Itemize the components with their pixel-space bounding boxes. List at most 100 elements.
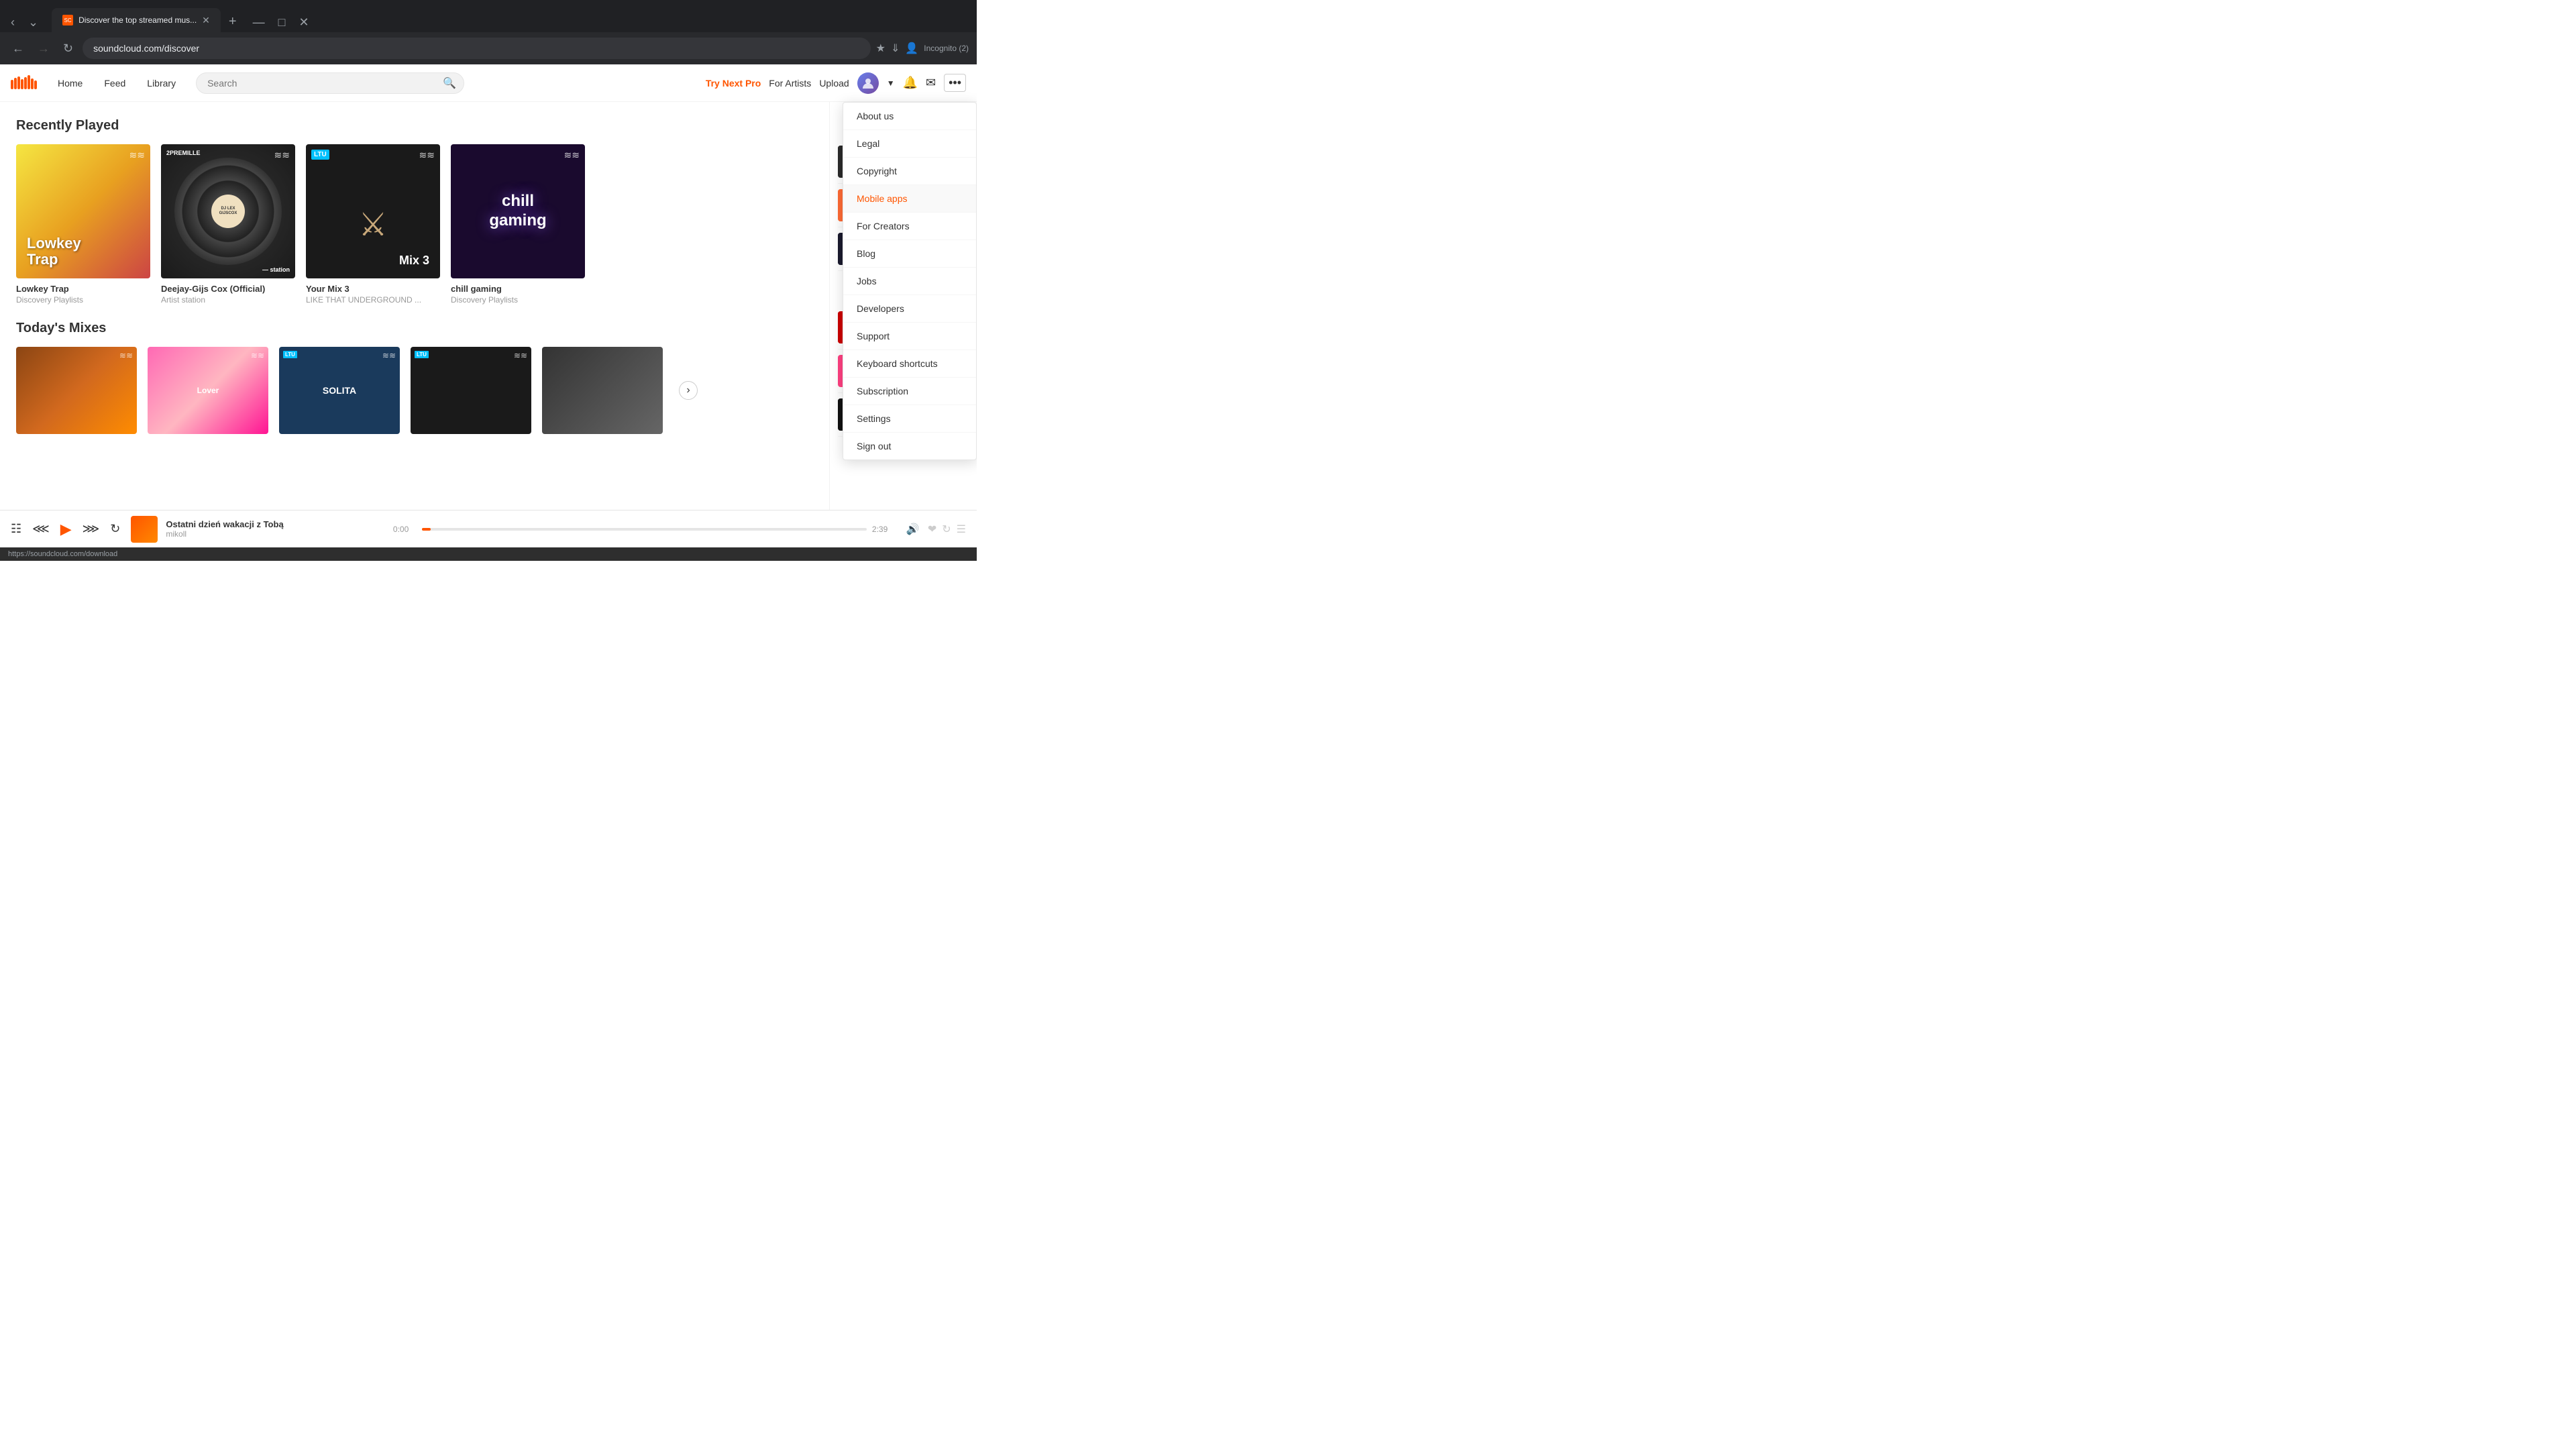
tab-title: Discover the top streamed mus...: [78, 15, 197, 25]
todays-mixes-row: ≋≋ ≋≋ Lover ≋≋ LTU SOLITA: [16, 347, 813, 434]
card-lowkey-trap-sub: Discovery Playlists: [16, 295, 150, 305]
minimize-btn[interactable]: —: [248, 13, 270, 32]
new-tab-btn[interactable]: +: [223, 11, 242, 32]
card-deejay[interactable]: ≋≋ DJ LEXGIJSCOX — station 2PREMILLE Dee…: [161, 144, 295, 305]
address-bar-icons: ★ ⇓ 👤 Incognito (2): [876, 42, 969, 55]
forward-btn[interactable]: →: [34, 39, 54, 58]
dropdown-copyright[interactable]: Copyright: [843, 158, 976, 185]
nav-home[interactable]: Home: [48, 74, 92, 93]
back-btn[interactable]: ←: [8, 39, 28, 58]
close-btn[interactable]: ✕: [293, 13, 314, 32]
mix-card-2-image: ≋≋ Lover: [148, 347, 268, 434]
card-lowkey-trap[interactable]: ≋≋ LowkeyTrap Lowkey Trap Discovery Play…: [16, 144, 150, 305]
dropdown-for-creators[interactable]: For Creators: [843, 213, 976, 240]
card-deejay-sub: Artist station: [161, 295, 295, 305]
tab-bar: ‹ ⌄ SC Discover the top streamed mus... …: [5, 0, 315, 32]
todays-mixes-title: Today's Mixes: [16, 321, 813, 336]
prev-btn[interactable]: ⋘: [32, 522, 50, 536]
mix-card-1[interactable]: ≋≋: [16, 347, 137, 434]
card-chill-gaming-sub: Discovery Playlists: [451, 295, 585, 305]
dropdown-sign-out[interactable]: Sign out: [843, 433, 976, 460]
player-thumb: [131, 516, 158, 543]
search-container: 🔍: [196, 72, 464, 94]
queue-btn[interactable]: ☰: [957, 523, 966, 536]
mix-card-2[interactable]: ≋≋ Lover: [148, 347, 268, 434]
mix-card-4[interactable]: ≋≋ LTU: [411, 347, 531, 434]
vinyl-record: DJ LEXGIJSCOX: [174, 158, 282, 265]
refresh-btn[interactable]: ↻: [59, 39, 77, 58]
address-input[interactable]: [83, 38, 871, 59]
dropdown-menu: About us Legal Copyright Mobile apps For…: [843, 102, 977, 460]
player-bar: ☷ ⋘ ▶ ⋙ ↻ Ostatni dzień wakacji z Tobą m…: [0, 510, 977, 547]
repost-btn[interactable]: ↻: [942, 523, 951, 536]
card-chill-gaming[interactable]: ≋≋ chillgaming chill gaming Discovery Pl…: [451, 144, 585, 305]
repeat-btn[interactable]: ↻: [110, 522, 120, 536]
active-tab[interactable]: SC Discover the top streamed mus... ✕: [52, 8, 221, 32]
dropdown-subscription[interactable]: Subscription: [843, 378, 976, 405]
dropdown-developers[interactable]: Developers: [843, 295, 976, 323]
dropdown-about-us[interactable]: About us: [843, 103, 976, 130]
player-track-info: Ostatni dzień wakacji z Tobą mikoll: [131, 516, 382, 543]
scroll-right-btn[interactable]: ›: [674, 347, 703, 434]
upload-btn[interactable]: Upload: [819, 78, 849, 89]
dropdown-support[interactable]: Support: [843, 323, 976, 350]
player-current-time: 0:00: [393, 525, 417, 534]
dropdown-jobs[interactable]: Jobs: [843, 268, 976, 295]
tab-list-btn[interactable]: ⌄: [23, 13, 44, 32]
sc-logo-icon: [11, 73, 38, 93]
dropdown-keyboard-shortcuts[interactable]: Keyboard shortcuts: [843, 350, 976, 378]
soundcloud-logo[interactable]: [11, 73, 38, 93]
card-mix3[interactable]: ≋≋ LTU ⚔ Mix 3 Your Mix 3 LIKE THAT UNDE…: [306, 144, 440, 305]
progress-bar[interactable]: [422, 528, 867, 531]
main-area: Recently Played ≋≋ LowkeyTrap Lowkey Tra…: [0, 102, 977, 510]
vinyl-label: DJ LEXGIJSCOX: [211, 195, 245, 228]
address-bar-row: ← → ↻ ★ ⇓ 👤 Incognito (2): [0, 32, 977, 64]
sc-waveform-icon-3: ≋≋: [419, 150, 435, 161]
notification-bell-icon[interactable]: 🔔: [903, 76, 918, 90]
avatar-chevron-icon[interactable]: ▼: [887, 78, 895, 88]
card-lowkey-text: LowkeyTrap: [27, 235, 81, 268]
tab-close-btn[interactable]: ✕: [202, 15, 210, 26]
shuffle-btn[interactable]: ☷: [11, 522, 21, 536]
recently-played-row: ≋≋ LowkeyTrap Lowkey Trap Discovery Play…: [16, 144, 813, 305]
card-mix3-track-title: Your Mix 3: [306, 284, 440, 294]
download-icon[interactable]: ⇓: [891, 42, 900, 55]
dropdown-mobile-apps[interactable]: Mobile apps: [843, 185, 976, 213]
tab-back-btn[interactable]: ‹: [5, 13, 20, 32]
sc-waveform-icon-4: ≋≋: [564, 150, 580, 161]
like-track-btn[interactable]: ❤: [928, 523, 936, 536]
dropdown-blog[interactable]: Blog: [843, 240, 976, 268]
mix-card-4-image: ≋≋ LTU: [411, 347, 531, 434]
app-header: Home Feed Library 🔍 Try Next Pro For Art…: [0, 64, 977, 102]
card-deejay-title: Deejay-Gijs Cox (Official): [161, 284, 295, 294]
user-avatar[interactable]: [857, 72, 879, 94]
try-next-pro-btn[interactable]: Try Next Pro: [706, 78, 761, 89]
nav-library[interactable]: Library: [138, 74, 185, 93]
bookmark-icon[interactable]: ★: [876, 42, 885, 55]
mix-card-5[interactable]: [542, 347, 663, 434]
play-btn[interactable]: ▶: [60, 521, 72, 538]
more-options-btn[interactable]: •••: [944, 74, 966, 92]
profile-icon[interactable]: 👤: [905, 42, 918, 55]
player-track-title: Ostatni dzień wakacji z Tobą: [166, 519, 382, 529]
dropdown-settings[interactable]: Settings: [843, 405, 976, 433]
sc-mix-icon-3: ≋≋: [382, 351, 396, 360]
card-chill-gaming-title: chill gaming: [451, 284, 585, 294]
search-input[interactable]: [196, 72, 464, 94]
main-nav: Home Feed Library: [48, 74, 185, 93]
soundcloud-app: Home Feed Library 🔍 Try Next Pro For Art…: [0, 64, 977, 547]
dropdown-legal[interactable]: Legal: [843, 130, 976, 158]
player-total-time: 2:39: [872, 525, 896, 534]
mail-icon[interactable]: ✉: [926, 76, 936, 90]
next-btn[interactable]: ⋙: [83, 522, 100, 536]
player-thumb-bg: [131, 516, 158, 543]
nav-feed[interactable]: Feed: [95, 74, 135, 93]
incognito-label: Incognito (2): [924, 44, 969, 53]
volume-icon[interactable]: 🔊: [906, 523, 920, 536]
maximize-btn[interactable]: □: [273, 13, 291, 32]
sc-mix-icon-1: ≋≋: [119, 351, 133, 360]
progress-fill: [422, 528, 431, 531]
for-artists-btn[interactable]: For Artists: [769, 78, 811, 89]
mix-card-3[interactable]: ≋≋ LTU SOLITA: [279, 347, 400, 434]
mix-card-5-image: [542, 347, 663, 434]
